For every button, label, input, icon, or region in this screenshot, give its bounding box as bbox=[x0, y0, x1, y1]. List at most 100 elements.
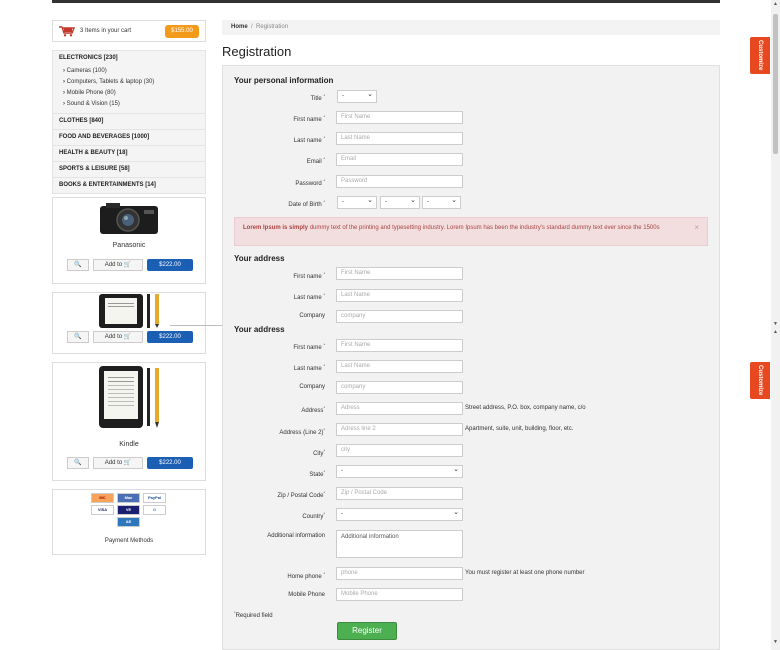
category-food-beverages[interactable]: FOOD AND BEVERAGES [1000] bbox=[52, 130, 206, 146]
ereader-image[interactable] bbox=[89, 293, 169, 329]
customize-button[interactable]: Customize bbox=[750, 362, 770, 399]
magnifier-icon: 🔍 bbox=[74, 460, 82, 466]
subcategory-cameras[interactable]: Cameras (100) bbox=[59, 66, 205, 77]
address-line2-hint: Apartment, suite, unit, building, floor,… bbox=[465, 426, 574, 432]
breadcrumb: Home / Registration bbox=[222, 20, 720, 35]
category-sports-leisure[interactable]: SPORTS & LEISURE [58] bbox=[52, 162, 206, 178]
add-to-label: Add to bbox=[104, 460, 123, 466]
close-icon[interactable]: × bbox=[694, 223, 699, 232]
address-line2-label: Address (Line 2)* bbox=[279, 427, 325, 436]
cart-count-text: 3 Items in your cart bbox=[80, 28, 132, 34]
zip-label: Zip / Postal Code* bbox=[277, 490, 325, 499]
product-name[interactable]: Kindle bbox=[53, 441, 205, 448]
subcategory-computers[interactable]: Computers, Tablets & laptop (30) bbox=[59, 77, 205, 88]
country-select[interactable]: - bbox=[336, 507, 463, 521]
product-card: Panasonic 🔍 Add to 🛒 $222.00 bbox=[52, 197, 206, 284]
address-first-name-input[interactable]: First Name bbox=[336, 339, 463, 352]
password-input[interactable]: Password bbox=[336, 175, 463, 188]
dob-label: Date of Birth * bbox=[288, 199, 325, 208]
section-title-personal: Your personal information bbox=[234, 76, 334, 85]
address-line2-input[interactable]: Adress line 2 bbox=[336, 423, 463, 436]
cart-total-badge: $155.00 bbox=[165, 25, 199, 38]
product-card: Kindle 🔍 Add to 🛒 $222.00 bbox=[52, 362, 206, 481]
payment-methods: MC Mae PayPal VISA VE G AE Payment Metho… bbox=[52, 489, 206, 555]
category-books[interactable]: BOOKS & ENTERTAINMENTS [14] bbox=[52, 178, 206, 194]
address-first-name-label: First name * bbox=[293, 271, 325, 280]
company-input[interactable]: company bbox=[336, 310, 463, 323]
magnifier-icon: 🔍 bbox=[74, 334, 82, 340]
title-select[interactable]: - bbox=[337, 89, 377, 103]
category-label: ELECTRONICS [230] bbox=[59, 55, 118, 61]
first-name-input[interactable]: First Name bbox=[336, 111, 463, 124]
company-input[interactable]: company bbox=[336, 381, 463, 394]
scroll-up-icon[interactable]: ▲ bbox=[773, 2, 778, 7]
section-title-address: Your address bbox=[234, 254, 285, 263]
category-electronics[interactable]: ELECTRONICS [230] Cameras (100) Computer… bbox=[52, 50, 206, 114]
breadcrumb-separator: / bbox=[251, 24, 253, 30]
maestro-icon: Mae bbox=[117, 493, 140, 503]
phone-hint: You must register at least one phone num… bbox=[465, 570, 585, 576]
add-to-cart-button[interactable]: Add to 🛒 bbox=[93, 259, 143, 271]
cart-icon: 🛒 bbox=[123, 334, 132, 340]
email-input[interactable]: Email bbox=[336, 153, 463, 166]
top-bar bbox=[52, 0, 720, 3]
customize-button[interactable]: Customize bbox=[750, 37, 770, 74]
title-label: Title * bbox=[310, 93, 325, 102]
city-input[interactable]: city bbox=[336, 444, 463, 457]
additional-info-textarea[interactable]: Additional information bbox=[336, 530, 463, 558]
cart-icon: 🛒 bbox=[123, 460, 132, 466]
payment-methods-label: Payment Methods bbox=[104, 538, 154, 544]
category-health-beauty[interactable]: HEALTH & BEAUTY [18] bbox=[52, 146, 206, 162]
mastercard-icon: MC bbox=[91, 493, 114, 503]
add-to-label: Add to bbox=[104, 262, 123, 268]
home-phone-label: Home phone * bbox=[287, 571, 325, 580]
product-actions: 🔍 Add to 🛒 $222.00 bbox=[67, 259, 193, 272]
visa-icon: VISA bbox=[91, 505, 114, 515]
scroll-up-icon[interactable]: ▲ bbox=[773, 330, 778, 335]
price-button[interactable]: $222.00 bbox=[147, 331, 193, 343]
address-first-name-input[interactable]: First Name bbox=[336, 267, 463, 280]
add-to-cart-button[interactable]: Add to 🛒 bbox=[93, 331, 143, 343]
zoom-button[interactable]: 🔍 bbox=[67, 331, 89, 343]
add-to-cart-button[interactable]: Add to 🛒 bbox=[93, 457, 143, 469]
zip-input[interactable]: Zip / Postal Code bbox=[336, 487, 463, 500]
breadcrumb-home[interactable]: Home bbox=[231, 24, 248, 30]
price-button[interactable]: $222.00 bbox=[147, 457, 193, 469]
scroll-down-icon[interactable]: ▼ bbox=[773, 640, 778, 645]
state-select[interactable]: - bbox=[336, 464, 463, 478]
mobile-phone-label: Mobile Phone bbox=[288, 592, 325, 598]
last-name-input[interactable]: Last Name bbox=[336, 132, 463, 145]
kindle-image[interactable] bbox=[89, 365, 169, 431]
address-last-name-input[interactable]: Last Name bbox=[336, 289, 463, 302]
category-list: ELECTRONICS [230] Cameras (100) Computer… bbox=[52, 50, 206, 194]
amex-icon: AE bbox=[117, 517, 140, 527]
home-phone-input[interactable]: phone bbox=[336, 567, 463, 580]
google-icon: G bbox=[143, 505, 166, 515]
cart-summary[interactable]: 3 Items in your cart $155.00 bbox=[52, 20, 206, 42]
cart-icon: 🛒 bbox=[123, 262, 132, 268]
password-label: Password * bbox=[295, 178, 325, 187]
address-label: Address* bbox=[301, 405, 325, 414]
price-button[interactable]: $222.00 bbox=[147, 259, 193, 271]
scroll-down-icon[interactable]: ▼ bbox=[773, 322, 778, 327]
zoom-button[interactable]: 🔍 bbox=[67, 259, 89, 271]
email-label: Email * bbox=[306, 156, 325, 165]
mobile-phone-input[interactable]: Mobile Phone bbox=[336, 588, 463, 601]
category-clothes[interactable]: CLOTHES [840] bbox=[52, 114, 206, 130]
camera-image[interactable] bbox=[98, 202, 160, 236]
address-input[interactable]: Adress bbox=[336, 402, 463, 415]
address-last-name-input[interactable]: Last Name bbox=[336, 360, 463, 373]
dob-month-select[interactable]: - bbox=[380, 195, 420, 209]
first-name-label: First name * bbox=[293, 114, 325, 123]
add-to-label: Add to bbox=[104, 334, 123, 340]
product-name[interactable]: Panasonic bbox=[53, 242, 205, 249]
subcategory-sound-vision[interactable]: Sound & Vision (15) bbox=[59, 99, 205, 110]
magnifier-icon: 🔍 bbox=[74, 262, 82, 268]
register-button[interactable]: Register bbox=[337, 622, 397, 640]
dob-year-select[interactable]: - bbox=[422, 195, 461, 209]
zoom-button[interactable]: 🔍 bbox=[67, 457, 89, 469]
alert-bold-text: Lorem Ipsum is simply bbox=[243, 225, 309, 231]
subcategory-mobile-phone[interactable]: Mobile Phone (80) bbox=[59, 88, 205, 99]
scrollbar-thumb[interactable] bbox=[773, 14, 778, 154]
dob-day-select[interactable]: - bbox=[337, 195, 377, 209]
